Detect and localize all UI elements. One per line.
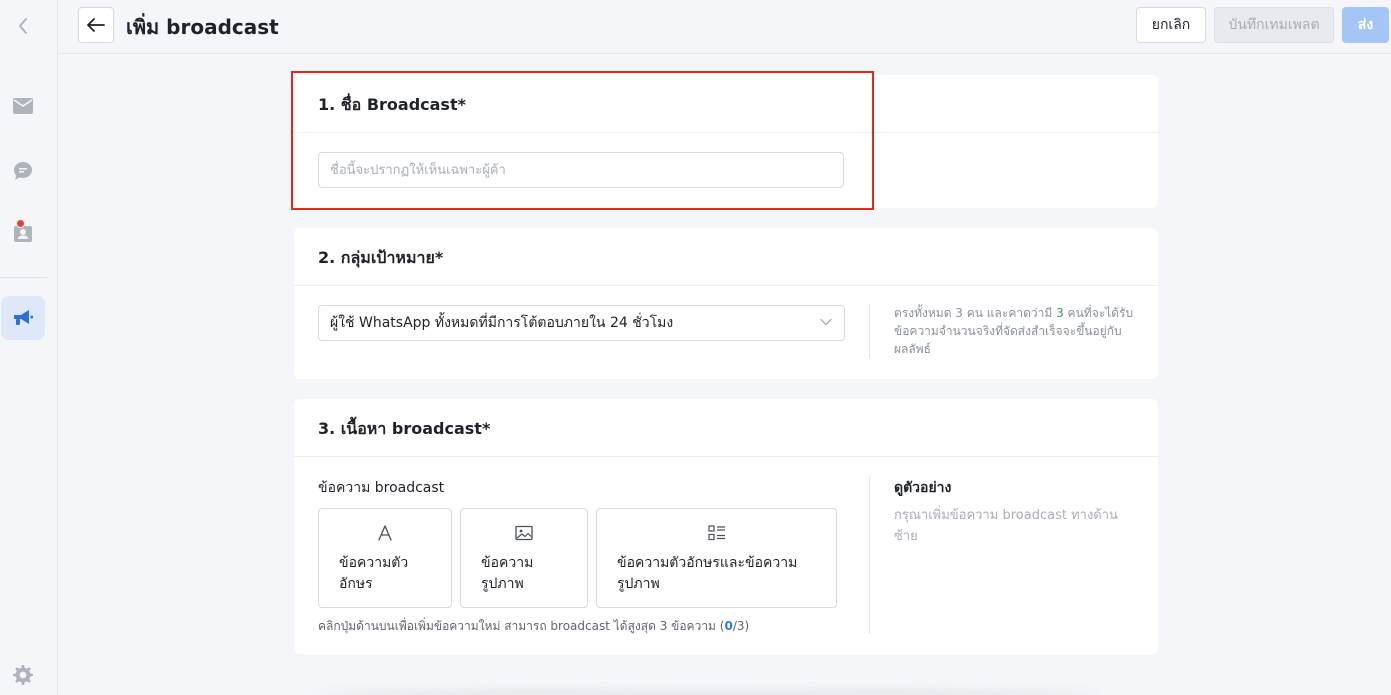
broadcast-name-section: 1. ชื่อ Broadcast*	[294, 75, 1158, 208]
add-text-message-button[interactable]: ข้อความตัวอักษร	[318, 508, 452, 608]
button-label: ข้อความรูปภาพ	[481, 555, 534, 592]
mail-icon[interactable]	[0, 84, 46, 128]
chevron-left-icon[interactable]	[0, 4, 46, 48]
text-icon	[378, 525, 392, 541]
section-title: 1. ชื่อ Broadcast*	[294, 75, 1158, 133]
save-template-button[interactable]: บันทึกเทมเพลต	[1214, 7, 1334, 43]
audience-estimate-note: ตรงทั้งหมด 3 คน และคาดว่ามี 3 คนที่จะได้…	[894, 304, 1134, 358]
section-title: 2. กลุ่มเป้าหมาย*	[294, 228, 1158, 286]
message-count: 0	[724, 619, 733, 633]
sidebar	[0, 0, 58, 695]
page-title: เพิ่ม broadcast	[126, 15, 279, 39]
hint-prefix: คลิกปุ่มด้านบนเพื่อเพิ่มข้อความใหม่ สามา…	[318, 619, 725, 633]
chat-icon[interactable]	[0, 149, 46, 193]
chevron-down-icon	[820, 318, 832, 326]
gear-icon[interactable]	[0, 653, 46, 695]
contacts-icon[interactable]	[0, 211, 46, 255]
target-group-select[interactable]: ผู้ใช้ WhatsApp ทั้งหมดที่มีการโต้ตอบภาย…	[318, 305, 845, 341]
text-image-icon	[707, 525, 725, 541]
broadcast-name-input[interactable]	[318, 152, 844, 188]
top-header: เพิ่ม broadcast ยกเลิก บันทึกเทมเพลต ส่ง	[58, 0, 1391, 54]
target-group-section: 2. กลุ่มเป้าหมาย* ผู้ใช้ WhatsApp ทั้งหม…	[294, 228, 1158, 379]
section-title: 3. เนื้อหา broadcast*	[294, 399, 1158, 457]
back-button[interactable]	[78, 7, 114, 43]
button-label: ข้อความตัวอักษรและข้อความรูปภาพ	[617, 555, 798, 592]
cancel-button[interactable]: ยกเลิก	[1136, 7, 1206, 43]
send-button[interactable]: ส่ง	[1342, 7, 1389, 43]
divider	[869, 477, 870, 634]
notification-dot	[16, 219, 25, 228]
bottom-shadow	[320, 688, 1100, 695]
broadcast-content-section: 3. เนื้อหา broadcast* ข้อความ broadcast …	[294, 399, 1158, 654]
megaphone-icon[interactable]	[1, 296, 45, 340]
preview-title: ดูตัวอย่าง	[894, 480, 952, 496]
note-prefix: ตรงทั้งหมด 3 คน และคาดว่ามี	[894, 306, 1057, 320]
add-text-image-message-button[interactable]: ข้อความตัวอักษรและข้อความรูปภาพ	[596, 508, 837, 608]
estimate-count: 3	[1056, 306, 1064, 320]
hint-suffix: /3)	[732, 619, 750, 633]
message-limit-hint: คลิกปุ่มด้านบนเพื่อเพิ่มข้อความใหม่ สามา…	[318, 617, 749, 636]
select-value: ผู้ใช้ WhatsApp ทั้งหมดที่มีการโต้ตอบภาย…	[330, 315, 674, 331]
add-image-message-button[interactable]: ข้อความรูปภาพ	[460, 508, 588, 608]
divider	[869, 304, 870, 358]
preview-empty-note: กรุณาเพิ่มข้อความ broadcast ทางด้านซ้าย	[894, 508, 1118, 544]
button-label: ข้อความตัวอักษร	[339, 555, 409, 592]
image-icon	[515, 525, 533, 541]
sidebar-divider	[0, 277, 47, 278]
arrow-left-icon	[87, 18, 105, 32]
message-label: ข้อความ broadcast	[318, 480, 445, 496]
